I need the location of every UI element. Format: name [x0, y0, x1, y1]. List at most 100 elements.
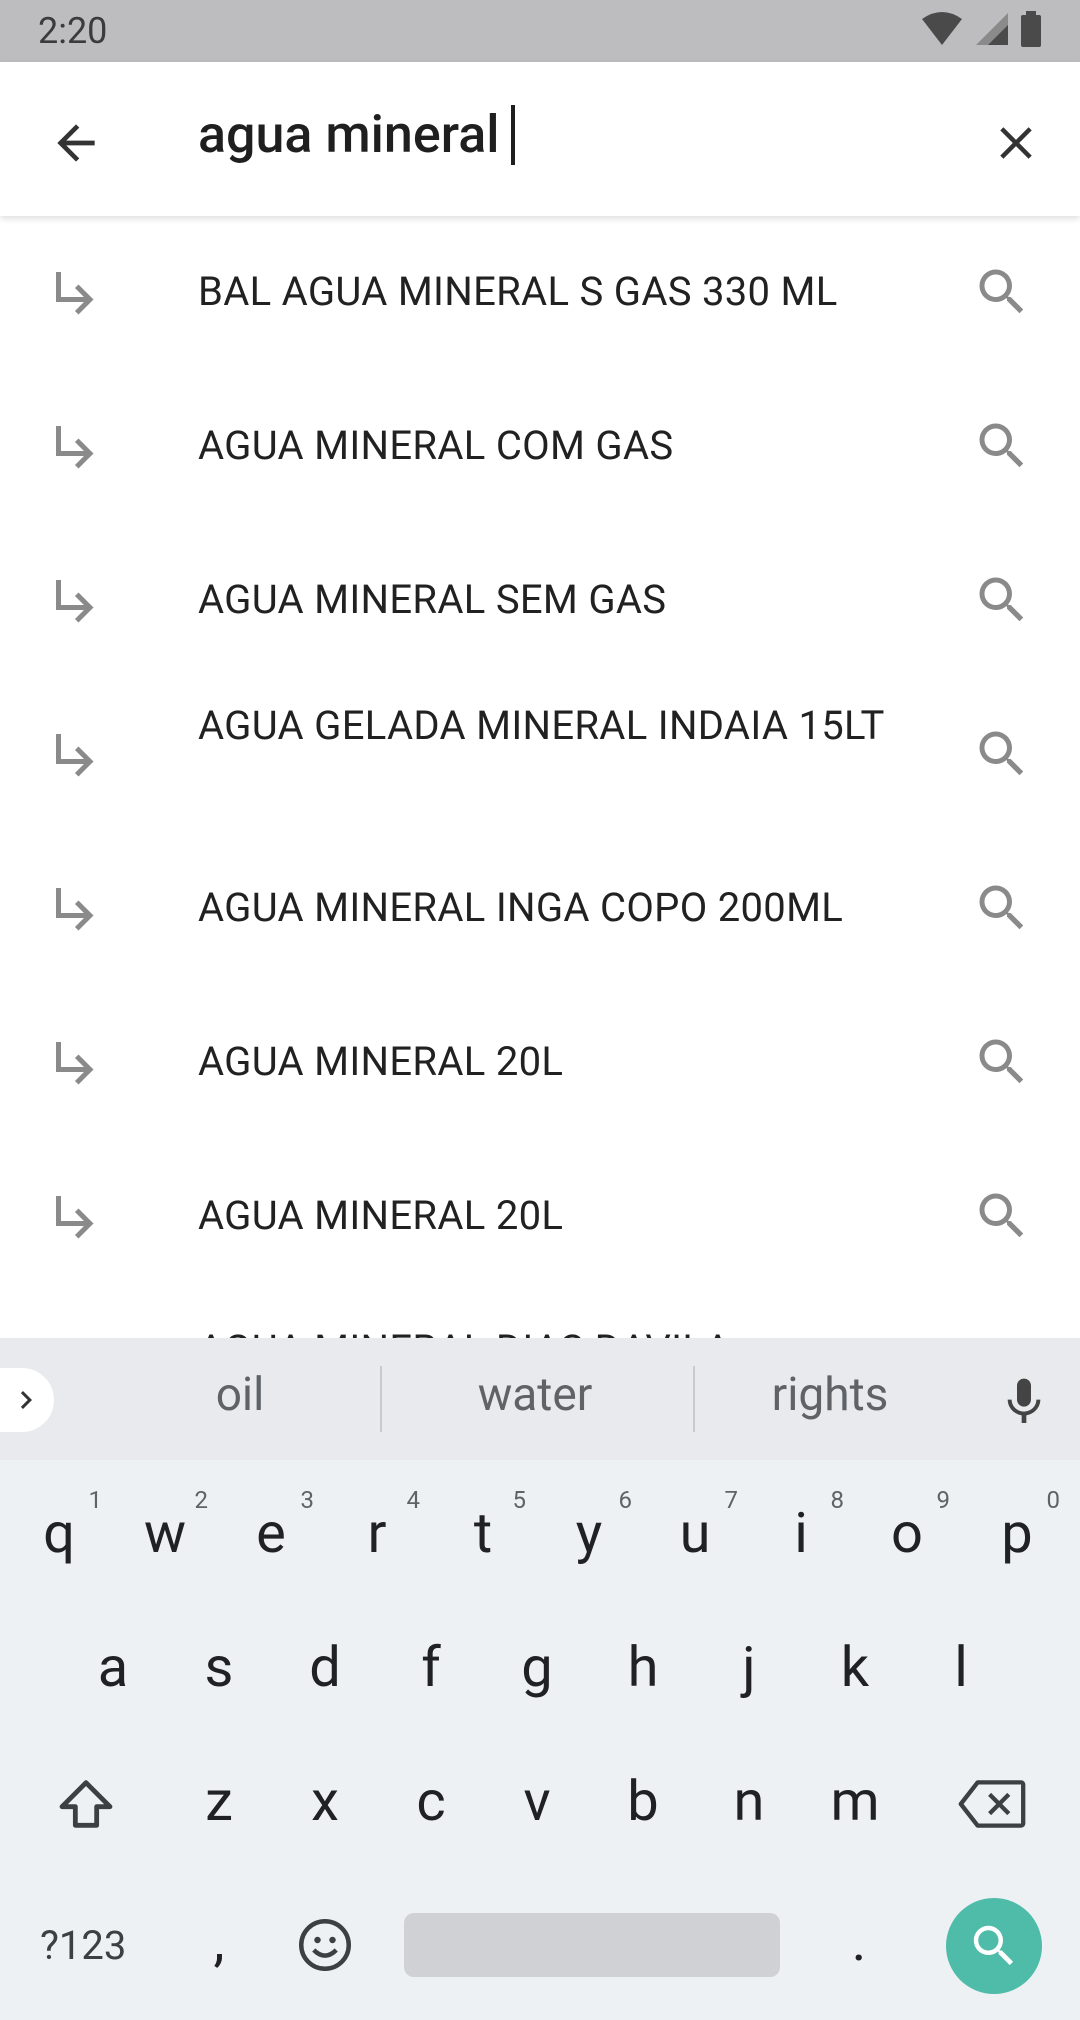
- status-time: 2:20: [38, 10, 108, 52]
- key-a[interactable]: a: [68, 1634, 158, 1700]
- key-hint: 6: [618, 1486, 633, 1514]
- key-label: o: [891, 1500, 923, 1566]
- suggestion-item[interactable]: AGUA MINERAL INGA COPO 200ML: [0, 878, 1080, 938]
- suggestion-item[interactable]: AGUA MINERAL 20L: [0, 1032, 1080, 1092]
- suggestion-text: BAL AGUA MINERAL S GAS 330 ML: [198, 268, 838, 315]
- key-s[interactable]: s: [174, 1634, 264, 1700]
- battery-icon: [1020, 11, 1042, 51]
- key-b[interactable]: b: [598, 1768, 688, 1834]
- key-v[interactable]: v: [492, 1768, 582, 1834]
- suggestion-text: AGUA MINERAL SEM GAS: [198, 576, 667, 623]
- suggestion-item[interactable]: AGUA GELADA MINERAL INDAIA 15LT: [0, 700, 1080, 810]
- word-suggestion[interactable]: rights: [740, 1368, 920, 1422]
- suggestion-item[interactable]: AGUA MINERAL 20L: [0, 1186, 1080, 1246]
- key-hint: 0: [1046, 1486, 1061, 1514]
- key-r[interactable]: r4: [332, 1486, 422, 1566]
- key-hint: 1: [88, 1486, 103, 1514]
- back-button[interactable]: [40, 107, 112, 179]
- suggestion-text: AGUA GELADA MINERAL INDAIA 15LT: [198, 702, 885, 749]
- status-icons: [920, 11, 1042, 51]
- shift-icon: [59, 1780, 113, 1828]
- key-e[interactable]: e3: [226, 1486, 316, 1566]
- key-w[interactable]: w2: [120, 1486, 210, 1566]
- search-icon[interactable]: [972, 416, 1032, 476]
- text-cursor: [511, 104, 516, 165]
- search-icon[interactable]: [972, 724, 1032, 784]
- key-n[interactable]: n: [704, 1768, 794, 1834]
- suggestion-item[interactable]: AGUA MINERAL SEM GAS: [0, 570, 1080, 630]
- suggestion-text: AGUA MINERAL 20L: [198, 1192, 564, 1239]
- key-label: w: [143, 1500, 187, 1566]
- search-bar: agua mineral: [0, 62, 1080, 216]
- suggestion-item[interactable]: AGUA MINERAL DIAS DAVILA: [0, 1320, 1080, 1338]
- search-icon[interactable]: [972, 262, 1032, 322]
- key-label: r: [367, 1500, 387, 1566]
- key-l[interactable]: l: [916, 1634, 1006, 1700]
- search-query-text: agua mineral: [198, 104, 500, 165]
- symbols-key[interactable]: ?123: [40, 1922, 126, 1969]
- search-icon[interactable]: [972, 570, 1032, 630]
- key-label: q: [43, 1500, 75, 1566]
- subdirectory-arrow-icon: [56, 888, 94, 931]
- key-g[interactable]: g: [492, 1634, 582, 1700]
- key-z[interactable]: z: [174, 1768, 264, 1834]
- key-x[interactable]: x: [280, 1768, 370, 1834]
- key-label: y: [575, 1500, 603, 1566]
- chevron-right-icon: [20, 1391, 32, 1409]
- key-q[interactable]: q1: [14, 1486, 104, 1566]
- key-hint: 5: [512, 1486, 527, 1514]
- suggestion-text: AGUA MINERAL COM GAS: [198, 422, 674, 469]
- signal-icon: [974, 11, 1010, 51]
- suggestion-text: AGUA MINERAL 20L: [198, 1038, 564, 1085]
- key-f[interactable]: f: [386, 1634, 476, 1700]
- comma-key[interactable]: ,: [174, 1908, 264, 1974]
- key-hint: 9: [936, 1486, 951, 1514]
- search-icon[interactable]: [972, 878, 1032, 938]
- backspace-key[interactable]: [954, 1772, 1030, 1836]
- search-icon: [973, 1925, 1014, 1966]
- search-action-button[interactable]: [946, 1898, 1042, 1994]
- key-label: u: [679, 1500, 711, 1566]
- key-j[interactable]: j: [704, 1634, 794, 1700]
- microphone-icon[interactable]: [996, 1374, 1052, 1430]
- word-suggestion[interactable]: oil: [170, 1368, 310, 1422]
- subdirectory-arrow-icon: [56, 1042, 94, 1085]
- space-key[interactable]: [404, 1913, 780, 1977]
- key-k[interactable]: k: [810, 1634, 900, 1700]
- expand-strip-button[interactable]: [0, 1368, 54, 1432]
- key-label: i: [794, 1500, 808, 1566]
- close-icon: [1000, 127, 1032, 159]
- key-p[interactable]: p0: [972, 1486, 1062, 1566]
- status-bar: 2:20: [0, 0, 1080, 62]
- key-d[interactable]: d: [280, 1634, 370, 1700]
- subdirectory-arrow-icon: [56, 426, 94, 469]
- key-y[interactable]: y6: [544, 1486, 634, 1566]
- suggestion-text: AGUA MINERAL INGA COPO 200ML: [198, 884, 844, 931]
- key-c[interactable]: c: [386, 1768, 476, 1834]
- suggestion-item[interactable]: BAL AGUA MINERAL S GAS 330 ML: [0, 262, 1080, 322]
- key-i[interactable]: i8: [756, 1486, 846, 1566]
- search-icon[interactable]: [972, 1032, 1032, 1092]
- clear-button[interactable]: [980, 107, 1052, 179]
- key-label: p: [1001, 1500, 1033, 1566]
- key-o[interactable]: o9: [862, 1486, 952, 1566]
- subdirectory-arrow-icon: [56, 580, 94, 623]
- period-key[interactable]: .: [814, 1908, 904, 1974]
- emoji-key[interactable]: [292, 1912, 358, 1978]
- subdirectory-arrow-icon: [56, 1196, 94, 1239]
- word-suggestion[interactable]: water: [440, 1368, 630, 1422]
- soft-keyboard: oil water rights q1 w2 e3 r4 t5 y6 u7 i8…: [0, 1338, 1080, 2020]
- search-input[interactable]: agua mineral: [198, 104, 516, 165]
- strip-divider: [380, 1366, 382, 1432]
- backspace-icon: [958, 1780, 1026, 1828]
- key-u[interactable]: u7: [650, 1486, 740, 1566]
- key-t[interactable]: t5: [438, 1486, 528, 1566]
- suggestion-text: AGUA MINERAL DIAS DAVILA: [198, 1324, 918, 1338]
- suggestion-item[interactable]: AGUA MINERAL COM GAS: [0, 416, 1080, 476]
- key-m[interactable]: m: [810, 1768, 900, 1834]
- subdirectory-arrow-icon: [56, 272, 94, 315]
- shift-key[interactable]: [50, 1768, 122, 1840]
- key-hint: 4: [406, 1486, 421, 1514]
- search-icon[interactable]: [972, 1186, 1032, 1246]
- key-h[interactable]: h: [598, 1634, 688, 1700]
